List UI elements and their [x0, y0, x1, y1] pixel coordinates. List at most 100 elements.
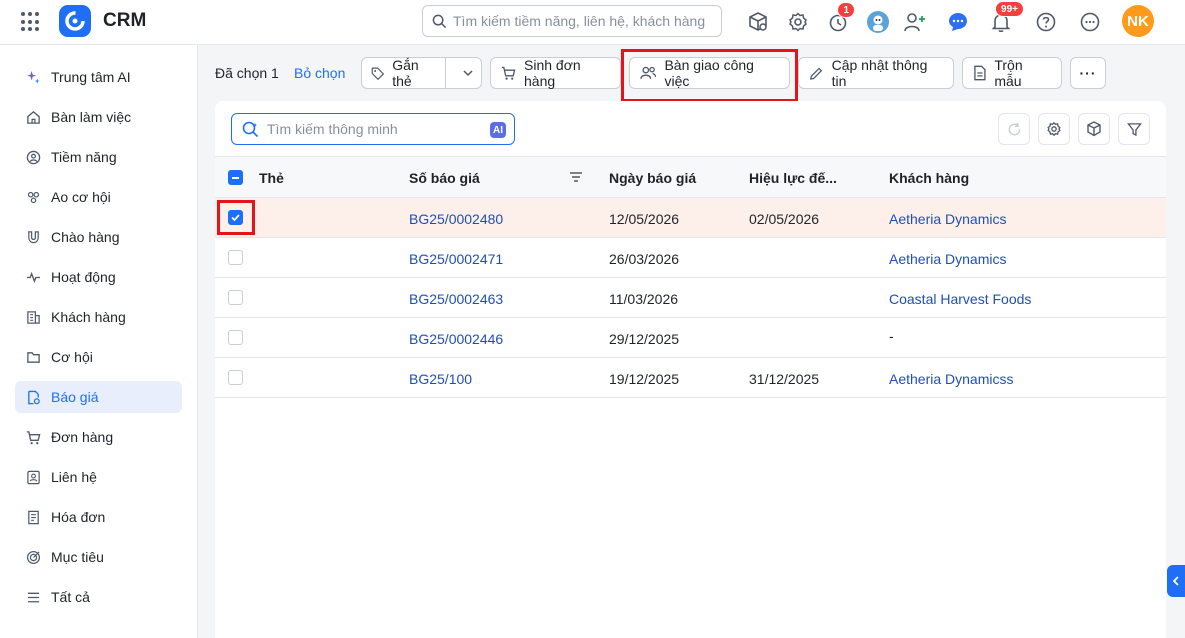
- sidebar-item-11[interactable]: Hóa đơn: [15, 501, 182, 533]
- filter-button[interactable]: [1118, 113, 1150, 145]
- sidebar-item-5[interactable]: Hoạt động: [15, 261, 182, 293]
- row-checkbox[interactable]: [228, 330, 243, 345]
- sidebar-item-8[interactable]: Báo giá: [15, 381, 182, 413]
- table-row[interactable]: BG25/0002480 12/05/2026 02/05/2026 Aetheria…: [215, 198, 1166, 238]
- cell-customer[interactable]: Aetheria Dynamics: [889, 211, 1007, 227]
- cell-customer[interactable]: Aetheria Dynamicss: [889, 371, 1014, 387]
- refresh-icon: [1008, 122, 1020, 135]
- table-header: Thẻ Số báo giá Ngày báo giá Hiệu lực đế.…: [215, 156, 1166, 198]
- col-valid-until[interactable]: Hiệu lực đế...: [749, 170, 837, 186]
- sidebar-item-label: Mục tiêu: [51, 549, 104, 565]
- tag-icon: [371, 67, 385, 80]
- unselect-link[interactable]: Bỏ chọn: [294, 65, 345, 81]
- col-customer[interactable]: Khách hàng: [889, 170, 969, 186]
- invoice-icon: [25, 509, 41, 525]
- smart-search-input[interactable]: [267, 121, 482, 137]
- cell-customer[interactable]: Coastal Harvest Foods: [889, 291, 1031, 307]
- global-search[interactable]: [422, 5, 722, 37]
- folder-icon: [25, 349, 41, 365]
- timer-icon[interactable]: 1: [825, 2, 855, 35]
- update-info-label: Cập nhật thông tin: [831, 57, 928, 89]
- quote-doc-icon: [25, 389, 41, 405]
- app-title: CRM: [103, 10, 147, 31]
- col-quote-date[interactable]: Ngày báo giá: [609, 170, 696, 186]
- update-info-button[interactable]: Cập nhật thông tin: [798, 57, 954, 89]
- sidebar-item-10[interactable]: Liên hệ: [15, 461, 182, 493]
- cell-quote-number[interactable]: BG25/0002480: [409, 211, 503, 227]
- cell-quote-date: 26/03/2026: [609, 251, 680, 267]
- global-search-input[interactable]: [453, 13, 713, 29]
- chat-icon[interactable]: [945, 9, 971, 35]
- sidebar-item-2[interactable]: Tiềm năng: [15, 141, 182, 173]
- row-checkbox[interactable]: [228, 290, 243, 305]
- quote-list-card: AI Thẻ Số báo giá Ngày báo giá Hiệu lực …: [215, 101, 1166, 638]
- more-options-icon[interactable]: [1077, 9, 1103, 35]
- smart-search[interactable]: AI: [231, 113, 515, 145]
- sidebar-item-label: Bàn làm việc: [51, 109, 132, 125]
- create-order-button[interactable]: Sinh đơn hàng: [490, 57, 621, 89]
- cell-quote-number[interactable]: BG25/0002463: [409, 291, 503, 307]
- sidebar-item-label: Liên hệ: [51, 469, 97, 485]
- highlight-box-checkbox: [217, 200, 255, 235]
- goal-icon: [25, 549, 41, 565]
- tag-button[interactable]: Gắn thẻ: [362, 57, 447, 89]
- assistant-avatar-icon[interactable]: [865, 9, 891, 35]
- table-row[interactable]: BG25/0002471 26/03/2026 Aetheria Dynamics: [215, 238, 1166, 278]
- sidebar-item-6[interactable]: Khách hàng: [15, 301, 182, 333]
- pencil-icon: [810, 67, 823, 80]
- row-checkbox[interactable]: [228, 250, 243, 265]
- sidebar-item-label: Trung tâm AI: [51, 69, 131, 85]
- cell-quote-date: 19/12/2025: [609, 371, 680, 387]
- people-group-icon: [25, 189, 41, 205]
- sidebar-item-label: Báo giá: [51, 389, 99, 405]
- user-avatar[interactable]: NK: [1122, 5, 1154, 37]
- cell-quote-date: 29/12/2025: [609, 331, 680, 347]
- sidebar-item-label: Hoạt động: [51, 269, 116, 285]
- target-person-icon: [25, 149, 41, 165]
- sidebar-item-0[interactable]: Trung tâm AI: [15, 61, 182, 93]
- ai-badge[interactable]: AI: [490, 122, 506, 138]
- sidebar-item-13[interactable]: Tất cả: [15, 581, 182, 613]
- more-actions-button[interactable]: ···: [1070, 57, 1106, 89]
- table-row[interactable]: BG25/0002463 11/03/2026 Coastal Harvest Fo…: [215, 278, 1166, 318]
- cell-quote-number[interactable]: BG25/0002471: [409, 251, 503, 267]
- sidebar-item-1[interactable]: Bàn làm việc: [15, 101, 182, 133]
- collapse-panel-tab[interactable]: [1167, 565, 1185, 597]
- table-settings-button[interactable]: [1038, 113, 1070, 145]
- select-all-checkbox[interactable]: [228, 170, 243, 185]
- help-icon[interactable]: [1033, 9, 1059, 35]
- cell-quote-number[interactable]: BG25/100: [409, 371, 472, 387]
- refresh-button[interactable]: [998, 113, 1030, 145]
- sidebar-item-12[interactable]: Mục tiêu: [15, 541, 182, 573]
- add-user-icon[interactable]: [902, 9, 928, 35]
- package-button[interactable]: [1078, 113, 1110, 145]
- cell-quote-number[interactable]: BG25/0002446: [409, 331, 503, 347]
- app-launcher-icon[interactable]: [21, 12, 41, 32]
- cart-icon: [501, 66, 516, 80]
- sidebar-item-9[interactable]: Đơn hàng: [15, 421, 182, 453]
- package-search-icon[interactable]: [745, 9, 771, 35]
- sidebar-item-7[interactable]: Cơ hội: [15, 341, 182, 373]
- table-row[interactable]: BG25/100 19/12/2025 31/12/2025 Aetheria Dyn…: [215, 358, 1166, 398]
- table-row[interactable]: BG25/0002446 29/12/2025 -: [215, 318, 1166, 358]
- gear-icon: [1047, 121, 1061, 137]
- sidebar-item-label: Đơn hàng: [51, 429, 114, 445]
- cube-icon: [1087, 121, 1101, 137]
- tag-dropdown[interactable]: [454, 58, 481, 88]
- column-filter-icon[interactable]: [569, 170, 583, 187]
- menu-icon: [25, 589, 41, 605]
- crm-logo: [59, 5, 91, 37]
- merge-template-button[interactable]: Trộn mẫu: [962, 57, 1062, 89]
- cell-customer[interactable]: Aetheria Dynamics: [889, 251, 1007, 267]
- top-bar: CRM 1 99+ NK: [0, 0, 1185, 45]
- magnet-icon: [25, 229, 41, 245]
- sidebar-item-3[interactable]: Ao cơ hội: [15, 181, 182, 213]
- sidebar-item-4[interactable]: Chào hàng: [15, 221, 182, 253]
- col-quote-number[interactable]: Số báo giá: [409, 170, 480, 186]
- row-checkbox[interactable]: [228, 370, 243, 385]
- cart-icon: [25, 429, 41, 445]
- col-tag[interactable]: Thẻ: [259, 170, 284, 186]
- bell-icon[interactable]: 99+: [988, 1, 1024, 35]
- settings-icon[interactable]: [785, 9, 811, 35]
- create-order-label: Sinh đơn hàng: [524, 57, 581, 89]
